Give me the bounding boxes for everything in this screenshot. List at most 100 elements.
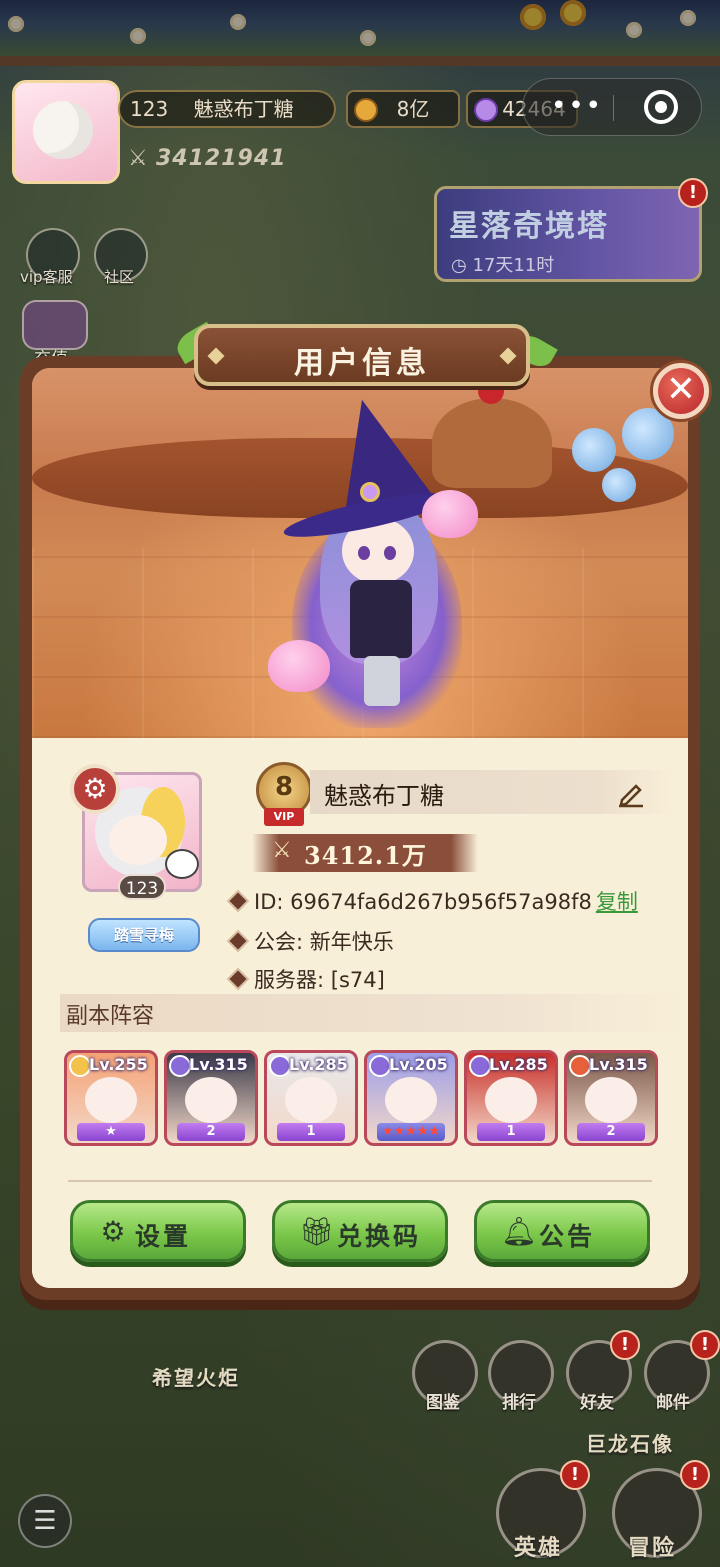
gear-icon[interactable]: ⚙ bbox=[70, 764, 120, 814]
flower-decoration bbox=[8, 16, 24, 32]
dark-element-icon bbox=[469, 1055, 491, 1077]
server-value: [s74] bbox=[330, 968, 385, 992]
divider bbox=[68, 1180, 652, 1182]
hero-level: Lv.285 bbox=[289, 1055, 348, 1074]
coin-icon bbox=[354, 98, 378, 122]
hero-portrait bbox=[85, 1077, 137, 1123]
hero-portrait bbox=[285, 1077, 337, 1123]
player-level: 123 bbox=[130, 97, 169, 121]
player-name-pill: 123 魅惑布丁糖 bbox=[118, 90, 336, 128]
top-power: ⚔ 34121941 bbox=[128, 146, 287, 171]
user-name: 魅惑布丁糖 bbox=[324, 782, 444, 810]
notification-dot: ! bbox=[690, 1330, 720, 1360]
light-element-icon bbox=[69, 1055, 91, 1077]
hero-portrait bbox=[485, 1077, 537, 1123]
hero-portrait bbox=[585, 1077, 637, 1123]
character-showcase bbox=[32, 368, 688, 738]
fire-element-icon bbox=[569, 1055, 591, 1077]
player-name: 魅惑布丁糖 bbox=[193, 97, 294, 121]
notification-dot: ! bbox=[610, 1330, 640, 1360]
hero-card[interactable]: Lv.285 1 bbox=[264, 1050, 358, 1146]
friends-label: 好友 bbox=[580, 1393, 614, 1413]
hero-level: Lv.255 bbox=[89, 1055, 148, 1074]
flower-decoration bbox=[130, 28, 146, 44]
dark-element-icon bbox=[369, 1055, 391, 1077]
hero-menu-label: 英雄 bbox=[514, 1536, 563, 1561]
guild-line: 公会: 新年快乐 bbox=[229, 926, 394, 956]
hero-card[interactable]: Lv.285 1 bbox=[464, 1050, 558, 1146]
modal-title-plaque: 用户信息 bbox=[194, 324, 530, 386]
redeem-code-button[interactable]: 🎁︎ 兑换码 bbox=[272, 1200, 448, 1262]
gear-icon: ⚙ bbox=[100, 1215, 126, 1248]
bullet-diamond-icon bbox=[229, 892, 247, 910]
hero-card[interactable]: Lv.315 2 bbox=[564, 1050, 658, 1146]
vip-badge[interactable]: 8 VIP bbox=[252, 762, 316, 828]
hero-star-rank: ★★★★★ bbox=[377, 1123, 445, 1141]
pink-slime bbox=[268, 640, 330, 692]
event-banner[interactable]: 星落奇境塔 ◷ 17天11时 bbox=[434, 186, 702, 282]
wood-beam bbox=[0, 56, 720, 66]
user-info-panel: 123 ⚙ 踏雪寻梅 8 VIP 魅惑布丁糖 ⚔ 3412.1万 ID: 696… bbox=[32, 738, 688, 1288]
server-line: 服务器: [s74] bbox=[229, 964, 385, 994]
hero-portrait bbox=[185, 1077, 237, 1123]
event-timer: ◷ 17天11时 bbox=[451, 255, 555, 276]
top-garden-strip bbox=[0, 0, 720, 58]
flower-decoration bbox=[360, 30, 376, 46]
sunflower-decoration bbox=[520, 4, 546, 30]
close-button[interactable]: ✕ bbox=[650, 360, 712, 422]
notice-button[interactable]: 🔔︎ 公告 bbox=[474, 1200, 650, 1262]
hero-card[interactable]: Lv.255 ★ bbox=[64, 1050, 158, 1146]
copy-id-link[interactable]: 复制 bbox=[596, 890, 638, 914]
chat-icon[interactable]: ☰ bbox=[18, 1494, 72, 1548]
gold-counter[interactable]: 8亿 bbox=[346, 90, 460, 128]
hero-card[interactable]: Lv.205 ★★★★★ bbox=[364, 1050, 458, 1146]
dragon-statue-label[interactable]: 巨龙石像 bbox=[586, 1428, 674, 1457]
hero-level: Lv.285 bbox=[489, 1055, 548, 1074]
lollipop-decoration bbox=[572, 428, 616, 472]
lineup-section-header: 副本阵容 bbox=[60, 994, 680, 1032]
bullet-diamond-icon bbox=[229, 970, 247, 988]
edit-pencil-icon[interactable] bbox=[616, 778, 646, 808]
recharge-icon[interactable] bbox=[22, 300, 88, 350]
vip-service-label: vip客服 bbox=[20, 268, 73, 286]
bullet-diamond-icon bbox=[229, 932, 247, 950]
settings-button[interactable]: ⚙ 设置 bbox=[70, 1200, 246, 1262]
guild-value: 新年快乐 bbox=[309, 930, 394, 954]
hero-portrait bbox=[385, 1077, 437, 1123]
power-value: 3412.1万 bbox=[304, 841, 427, 870]
flower-decoration bbox=[680, 10, 696, 26]
user-id-line: ID: 69674fa6d267b956f57a98f8 复制 bbox=[229, 886, 638, 916]
avatar-level-badge: 123 bbox=[118, 874, 166, 900]
hero-level: Lv.315 bbox=[189, 1055, 248, 1074]
modal-title: 用户信息 bbox=[294, 346, 430, 381]
codex-label: 图鉴 bbox=[426, 1393, 460, 1413]
hero-star-rank: 2 bbox=[177, 1123, 245, 1141]
crossed-swords-icon: ⚔ bbox=[272, 838, 292, 863]
user-id-value: 69674fa6d267b956f57a98f8 bbox=[290, 890, 592, 914]
close-icon: ✕ bbox=[658, 368, 704, 414]
hero-card[interactable]: Lv.315 2 bbox=[164, 1050, 258, 1146]
swords-icon: ⚔ bbox=[128, 146, 149, 171]
lollipop-decoration bbox=[602, 468, 636, 502]
mail-label: 邮件 bbox=[656, 1393, 690, 1413]
gift-icon: 🎁︎ bbox=[299, 1215, 335, 1248]
hero-star-rank: 1 bbox=[477, 1123, 545, 1141]
close-miniprogram-icon[interactable] bbox=[644, 90, 678, 124]
miniprogram-capsule: ••• bbox=[522, 78, 702, 136]
ranking-label: 排行 bbox=[502, 1393, 536, 1413]
dark-element-icon bbox=[269, 1055, 291, 1077]
event-title: 星落奇境塔 bbox=[449, 209, 609, 244]
notification-dot: ! bbox=[680, 1460, 710, 1490]
hero-level: Lv.205 bbox=[389, 1055, 448, 1074]
avatar-title-badge[interactable]: 踏雪寻梅 bbox=[88, 918, 200, 952]
bell-icon: 🔔︎ bbox=[501, 1215, 537, 1248]
hero-star-rank: ★ bbox=[77, 1123, 145, 1141]
gem-icon bbox=[474, 98, 498, 122]
torch-label[interactable]: 希望火炬 bbox=[152, 1362, 240, 1391]
player-avatar[interactable] bbox=[12, 80, 120, 184]
flower-decoration bbox=[626, 22, 642, 38]
hero-star-rank: 2 bbox=[577, 1123, 645, 1141]
adventure-menu-label: 冒险 bbox=[628, 1536, 677, 1561]
more-icon[interactable]: ••• bbox=[551, 93, 603, 119]
hero-level: Lv.315 bbox=[589, 1055, 648, 1074]
